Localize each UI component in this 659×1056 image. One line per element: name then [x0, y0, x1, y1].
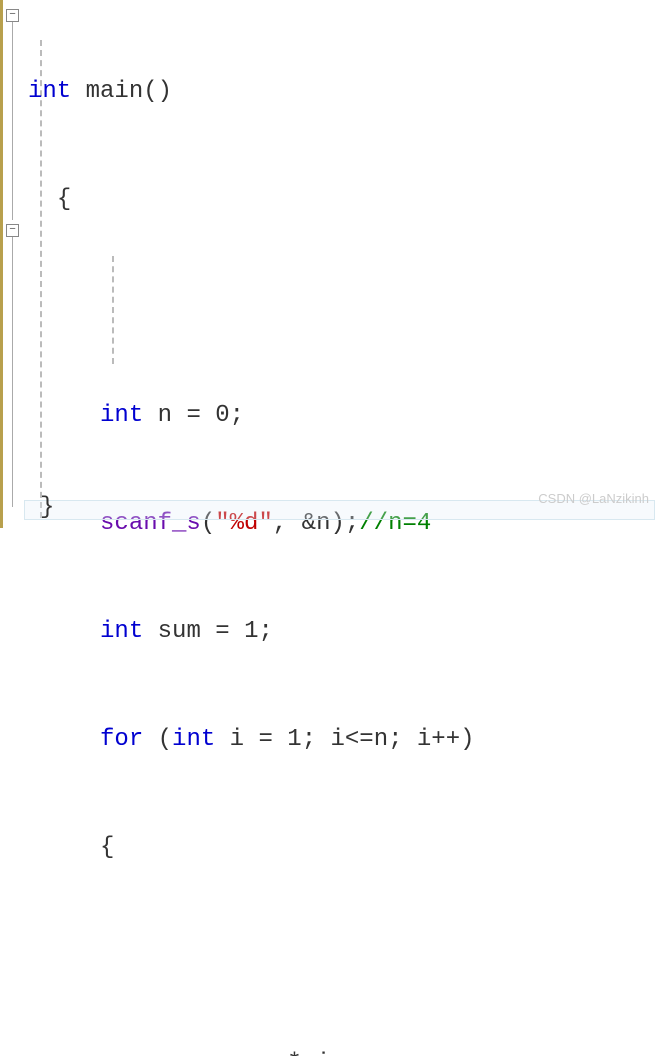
text: sum =: [143, 618, 244, 645]
text: ;: [230, 402, 244, 429]
keyword: for: [100, 726, 143, 753]
code-line: int sum = 1;: [28, 614, 475, 650]
text: ;: [258, 618, 272, 645]
text: sum = sum * i;: [143, 1050, 345, 1056]
code-line: {: [28, 182, 475, 218]
fold-icon[interactable]: −: [6, 224, 19, 237]
code-line: sum = sum * i;: [28, 1046, 475, 1056]
keyword: int: [172, 726, 215, 753]
code-line: [28, 938, 475, 974]
text: i =: [215, 726, 287, 753]
number: 0: [215, 402, 229, 429]
code-line: [28, 290, 475, 326]
code-line: int main(): [28, 74, 475, 110]
brace: {: [57, 186, 71, 213]
brace: {: [100, 834, 114, 861]
keyword: int: [100, 402, 143, 429]
keyword: int: [100, 618, 143, 645]
fold-icon[interactable]: −: [6, 9, 19, 22]
text: (): [143, 78, 172, 105]
watermark: CSDN @LaNzikinh: [538, 489, 649, 509]
gutter: − −: [0, 0, 24, 528]
fold-line: [12, 22, 13, 220]
text: n =: [143, 402, 215, 429]
identifier: main: [71, 78, 143, 105]
code-line: {: [28, 830, 475, 866]
text: ; i<=n; i++): [302, 726, 475, 753]
fold-line: [12, 237, 13, 507]
number: 1: [287, 726, 301, 753]
keyword: int: [28, 78, 71, 105]
code-line: int n = 0;: [28, 398, 475, 434]
text: (: [143, 726, 172, 753]
number: 1: [244, 618, 258, 645]
brace: }: [40, 490, 54, 526]
code-block: int main() { int n = 0; scanf_s("%d", &n…: [28, 2, 475, 1056]
code-line: for (int i = 1; i<=n; i++): [28, 722, 475, 758]
